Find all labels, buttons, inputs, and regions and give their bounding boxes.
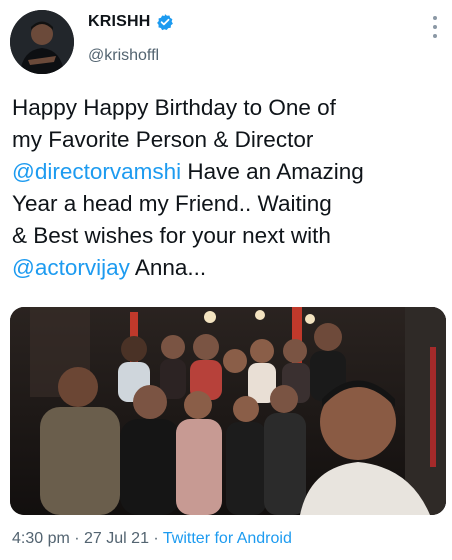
avatar-image [10,10,74,74]
tweet-photo[interactable] [10,307,446,515]
tweet-date[interactable]: 27 Jul 21 [84,530,149,547]
tweet-time[interactable]: 4:30 pm [12,530,70,547]
tweet-text-line: Year a head my Friend.. Waiting [12,188,442,220]
verified-badge-icon [156,13,174,31]
tweet-text-line: & Best wishes for your next with [12,220,442,252]
tweet-text-segment: Happy Happy Birthday to One of [12,95,336,120]
author-handle[interactable]: @krishoffl [88,47,159,65]
tweet-text: Happy Happy Birthday to One of my Favori… [12,92,442,284]
tweet-source-link[interactable]: Twitter for Android [163,530,292,547]
mention-link[interactable]: @directorvamshi [12,159,181,184]
tweet-text-line: Happy Happy Birthday to One of [12,92,442,124]
tweet-text-line: my Favorite Person & Director [12,124,442,156]
avatar[interactable] [10,10,74,74]
meta-separator: · [148,530,163,547]
tweet-text-segment: Have an Amazing [181,159,364,184]
tweet-text-segment: & Best wishes for your next with [12,223,331,248]
tweet-metadata: 4:30 pm · 27 Jul 21 · Twitter for Androi… [12,530,292,548]
author-name[interactable]: KRISHH [88,13,174,31]
tweet-text-segment: Anna... [129,255,207,280]
tweet-text-line: @directorvamshi Have an Amazing [12,156,442,188]
tweet-text-segment: my Favorite Person & Director [12,127,314,152]
author-display-name: KRISHH [88,13,151,30]
group-selfie-image [10,307,446,515]
meta-separator: · [69,530,85,547]
mention-link[interactable]: @actorvijay [12,255,130,280]
more-vertical-icon[interactable] [432,16,438,38]
tweet-text-segment: Year a head my Friend.. Waiting [12,191,332,216]
tweet-text-line: @actorvijay Anna... [12,252,442,284]
